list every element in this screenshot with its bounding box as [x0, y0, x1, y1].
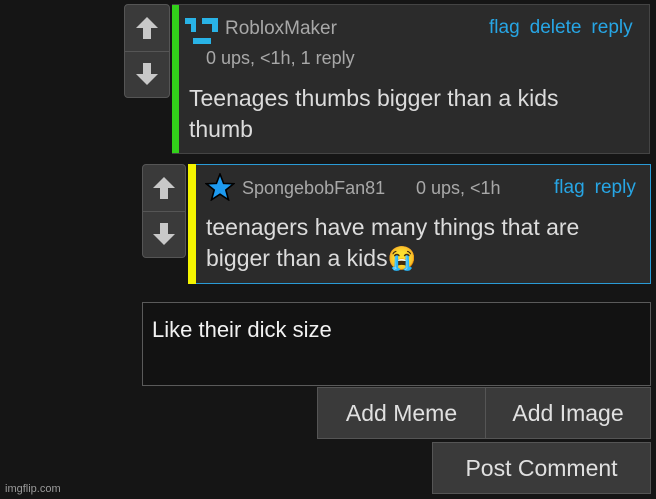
comment-1: RobloxMaker 0 ups, <1h, 1 reply flag del… — [172, 4, 650, 154]
comment-body: teenagers have many things that are bigg… — [206, 212, 579, 274]
downvote-button[interactable] — [125, 50, 169, 98]
comment-username[interactable]: SpongebobFan81 — [242, 178, 385, 199]
up-arrow-icon — [136, 16, 158, 39]
down-arrow-icon — [153, 223, 175, 246]
flag-link[interactable]: flag — [489, 17, 520, 39]
flag-link[interactable]: flag — [554, 177, 585, 199]
downvote-button[interactable] — [143, 210, 185, 258]
add-image-button[interactable]: Add Image — [485, 387, 651, 439]
comment-meta: 0 ups, <1h — [416, 178, 501, 198]
comment-body-line: teenagers have many things that are — [206, 214, 580, 240]
comment-body-line: thumb — [189, 116, 253, 142]
comment-body: Teenages thumbs bigger than a kids thumb — [189, 83, 559, 145]
comment-body-line: Teenages thumbs bigger than a kids — [189, 85, 559, 111]
comment-stripe — [188, 164, 196, 284]
robloxmaker-avatar-icon — [185, 18, 218, 44]
vote-box-comment-1 — [124, 4, 170, 98]
comment-username[interactable]: RobloxMaker — [225, 18, 337, 40]
comment-actions: flag reply — [554, 177, 636, 199]
upvote-button[interactable] — [143, 165, 185, 211]
comment-stripe — [172, 5, 179, 153]
comment-meta: 0 ups, <1h, 1 reply — [206, 48, 355, 68]
vote-box-comment-2 — [142, 164, 186, 258]
up-arrow-icon — [153, 176, 175, 199]
imgflip-watermark: imgflip.com — [5, 483, 61, 495]
post-comment-button[interactable]: Post Comment — [432, 442, 651, 494]
reply-link[interactable]: reply — [595, 177, 636, 199]
comment-2: SpongebobFan81 0 ups, <1h flag reply tee… — [188, 164, 651, 284]
blue-star-icon — [205, 173, 235, 201]
reply-link[interactable]: reply — [591, 17, 632, 39]
down-arrow-icon — [136, 63, 158, 86]
delete-link[interactable]: delete — [530, 17, 582, 39]
upvote-button[interactable] — [125, 5, 169, 51]
reply-textarea[interactable]: Like their dick size — [142, 302, 651, 386]
comment-body-line: bigger than a kids😭 — [206, 245, 417, 271]
add-meme-button[interactable]: Add Meme — [317, 387, 486, 439]
comment-actions: flag delete reply — [489, 17, 633, 39]
